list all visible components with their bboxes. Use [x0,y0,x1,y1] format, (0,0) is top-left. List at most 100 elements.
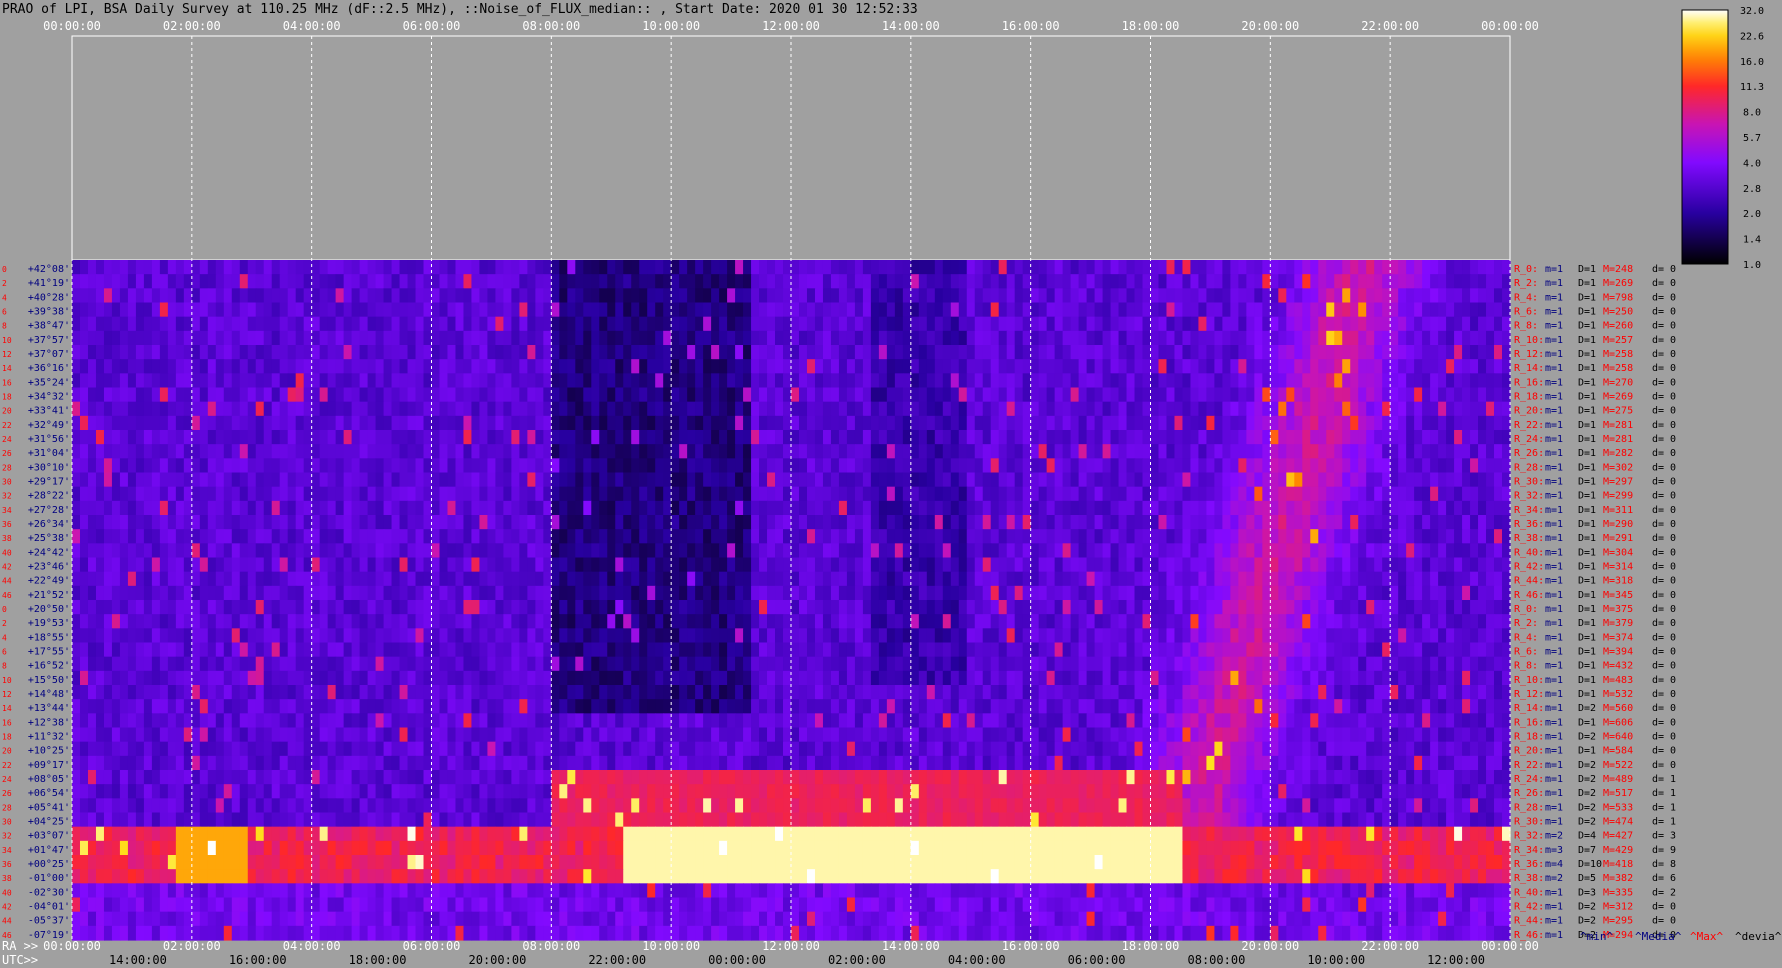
receiver-field: R_46: [1514,590,1544,601]
receiver-field: m=2 [1545,831,1563,842]
receiver-field: M=429 [1603,845,1633,856]
colorbar-tick-label: 4.0 [1743,158,1761,169]
receiver-field: M=418 [1603,859,1633,870]
receiver-field: M=517 [1603,788,1633,799]
top-tick-label: 12:00:00 [762,19,820,33]
declination-label: +41°19' [28,278,70,289]
utc-tick-label: 10:00:00 [1307,953,1365,967]
receiver-field: m=1 [1545,817,1563,828]
receiver-field: M=432 [1603,661,1633,672]
row-number-label: 14 [2,364,12,373]
row-number-label: 8 [2,322,7,331]
receiver-field: D=3 [1578,887,1596,898]
ra-tick-label: 04:00:00 [283,939,341,953]
receiver-field: D=1 [1578,420,1596,431]
receiver-field: m=1 [1545,349,1563,360]
row-number-label: 20 [2,407,12,416]
receiver-field: D=4 [1578,831,1596,842]
receiver-field: m=1 [1545,278,1563,289]
utc-tick-label: 04:00:00 [948,953,1006,967]
row-number-label: 10 [2,676,12,685]
colorbar-tick-label: 2.0 [1743,209,1761,220]
utc-tick-label: 20:00:00 [469,953,527,967]
receiver-field: R_2: [1514,278,1538,289]
row-number-label: 2 [2,619,7,628]
receiver-field: d= 0 [1652,477,1676,488]
row-number-label: 20 [2,747,12,756]
ra-tick-label: 08:00:00 [522,939,580,953]
receiver-field: d= 0 [1652,717,1676,728]
receiver-field: d= 0 [1652,406,1676,417]
top-tick-label: 14:00:00 [882,19,940,33]
receiver-field: M=258 [1603,363,1633,374]
receiver-field: R_16: [1514,377,1544,388]
receiver-field: R_22: [1514,420,1544,431]
receiver-field: m=1 [1545,930,1563,941]
declination-label: +22°49' [28,576,70,587]
receiver-field: M=290 [1603,519,1633,530]
receiver-field: m=1 [1545,887,1563,898]
receiver-field: M=269 [1603,392,1633,403]
receiver-field: R_6: [1514,647,1538,658]
colorbar-tick-label: 8.0 [1743,108,1761,119]
receiver-field: M=489 [1603,774,1633,785]
receiver-field: R_42: [1514,902,1544,913]
receiver-field: M=345 [1603,590,1633,601]
receiver-field: D=2 [1578,774,1596,785]
receiver-field: D=1 [1578,604,1596,615]
receiver-field: d= 0 [1652,377,1676,388]
declination-label: +30°10' [28,462,70,473]
receiver-field: D=2 [1578,916,1596,927]
utc-tick-label: 18:00:00 [349,953,407,967]
declination-label: +42°08' [28,264,70,275]
declination-label: +23°46' [28,562,70,573]
receiver-field: R_28: [1514,802,1544,813]
declination-label: +29°17' [28,477,70,488]
receiver-field: D=1 [1578,321,1596,332]
receiver-field: d= 0 [1652,632,1676,643]
row-number-label: 44 [2,917,12,926]
ra-axis-label: RA >> [2,939,38,953]
declination-label: +19°53' [28,618,70,629]
declination-label: +24°42' [28,547,70,558]
receiver-field: d= 1 [1652,802,1676,813]
declination-label: +01°47' [28,845,70,856]
colorbar [1681,9,1729,265]
receiver-field: M=522 [1603,760,1633,771]
receiver-field: m=1 [1545,292,1563,303]
row-number-label: 8 [2,662,7,671]
declination-label: +13°44' [28,703,70,714]
row-number-label: 18 [2,733,12,742]
receiver-field: m=1 [1545,788,1563,799]
receiver-field: M=560 [1603,703,1633,714]
utc-tick-label: 08:00:00 [1188,953,1246,967]
receiver-field: R_38: [1514,873,1544,884]
declination-label: +27°28' [28,505,70,516]
declination-label: +15°50' [28,675,70,686]
receiver-field: d= 0 [1652,675,1676,686]
colorbar-tick-label: 1.4 [1743,235,1761,246]
declination-label: +40°28' [28,292,70,303]
receiver-field: R_36: [1514,519,1544,530]
row-number-label: 28 [2,463,12,472]
receiver-field: d= 0 [1652,576,1676,587]
utc-tick-label: 14:00:00 [109,953,167,967]
row-number-label: 22 [2,761,12,770]
plot-empty-area [71,35,1511,261]
utc-tick-label: 16:00:00 [229,953,287,967]
receiver-field: m=1 [1545,590,1563,601]
receiver-field: d= 0 [1652,732,1676,743]
utc-tick-label: 02:00:00 [828,953,886,967]
receiver-field: m=4 [1545,859,1563,870]
row-number-label: 38 [2,534,12,543]
receiver-field: M=532 [1603,689,1633,700]
ra-tick-label: 20:00:00 [1241,939,1299,953]
declination-label: +28°22' [28,491,70,502]
receiver-field: m=1 [1545,618,1563,629]
receiver-field: M=394 [1603,647,1633,658]
receiver-field: R_30: [1514,817,1544,828]
colorbar-tick-label: 16.0 [1740,57,1764,68]
receiver-field: D=1 [1578,335,1596,346]
heatmap-plot: 00:00:00 02:00:00 04:00:00 06:00:00 08:00:00… [2,6,1782,967]
receiver-field: R_14: [1514,363,1544,374]
